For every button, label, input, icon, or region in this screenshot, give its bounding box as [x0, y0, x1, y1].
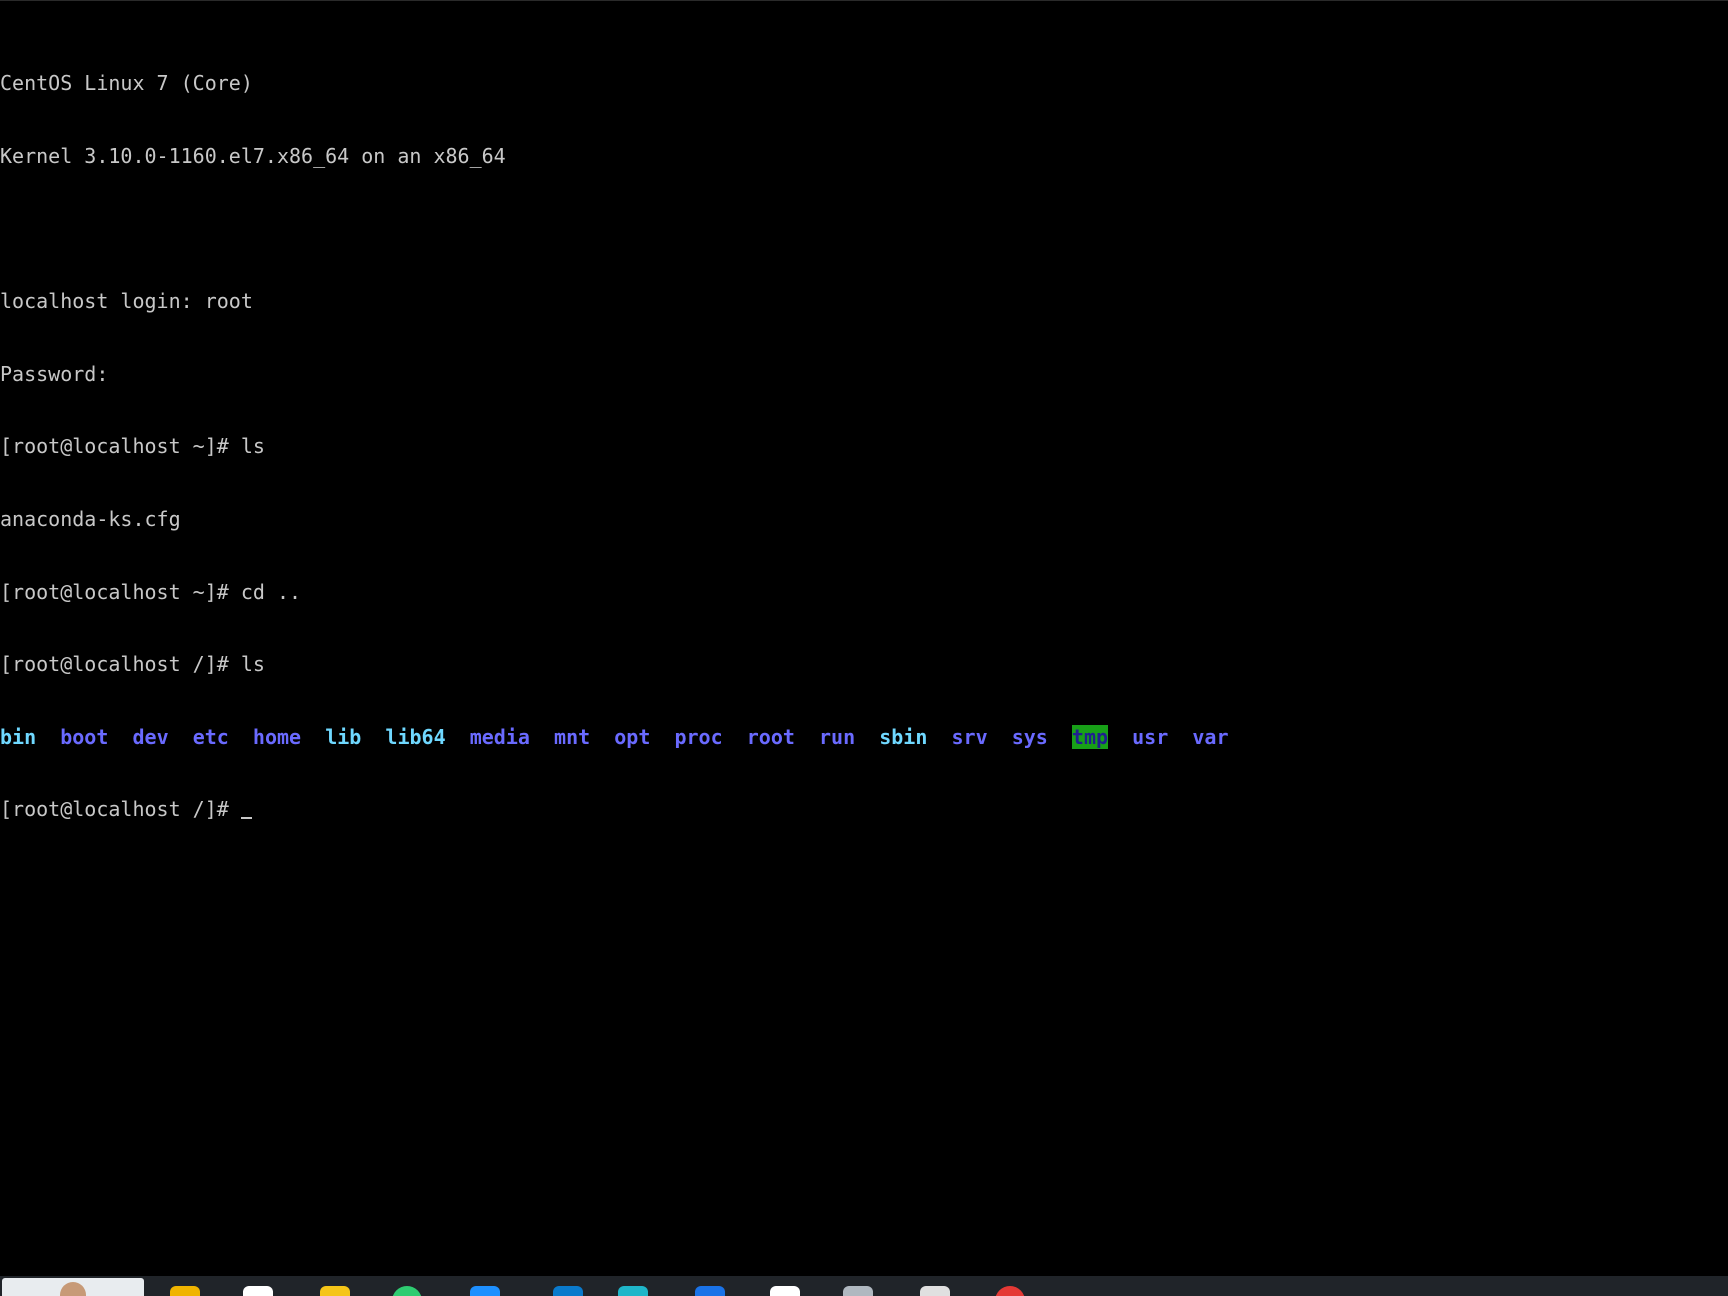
vscode-icon[interactable]: [553, 1286, 583, 1296]
ls-separator: [530, 725, 554, 749]
ls-entry-proc: proc: [674, 724, 723, 749]
kernel-line: Kernel 3.10.0-1160.el7.x86_64 on an x86_…: [0, 144, 506, 168]
app-cat-icon[interactable]: [920, 1286, 950, 1296]
ls-entry-tmp: tmp: [1071, 724, 1109, 749]
ls-entry-var: var: [1192, 724, 1229, 749]
ls-entry-run: run: [819, 724, 856, 749]
ls-entry-mnt: mnt: [554, 724, 591, 749]
ls-separator: [1168, 725, 1192, 749]
app-mail-icon[interactable]: [695, 1286, 725, 1296]
file-explorer-icon[interactable]: [170, 1286, 200, 1296]
login-line: localhost login: root: [0, 289, 253, 314]
ls-output-row: bin boot dev etc home lib lib64 media mn…: [0, 724, 1229, 749]
ls-separator: [108, 725, 132, 749]
ls-separator: [927, 725, 951, 749]
app-blue-icon[interactable]: [470, 1286, 500, 1296]
ls-entry-home: home: [252, 724, 302, 749]
ls-separator: [446, 725, 470, 749]
user-thumbnail-icon[interactable]: [2, 1278, 144, 1296]
taskbar: [0, 1276, 1728, 1296]
active-prompt-line[interactable]: [root@localhost /]#: [0, 797, 1228, 821]
app-green-icon[interactable]: [392, 1286, 422, 1296]
ls-separator: [36, 725, 60, 749]
ls-separator: [1048, 725, 1072, 749]
output-line: anaconda-ks.cfg: [0, 506, 181, 531]
command-line: [root@localhost ~]# ls: [0, 434, 265, 459]
ls-separator: [169, 725, 193, 749]
ls-separator: [590, 725, 614, 749]
app-white-icon[interactable]: [243, 1286, 273, 1296]
os-banner-line: CentOS Linux 7 (Core): [0, 71, 253, 96]
app-box-icon[interactable]: [843, 1286, 873, 1296]
ls-separator: [361, 725, 385, 749]
ls-separator: [301, 725, 325, 749]
ls-entry-srv: srv: [951, 724, 988, 749]
text-cursor: [240, 816, 252, 819]
command-line: [root@localhost ~]# cd ..: [0, 579, 302, 604]
app-red-icon[interactable]: [995, 1286, 1025, 1296]
app-chat-icon[interactable]: [770, 1286, 800, 1296]
ls-entry-lib64: lib64: [385, 724, 446, 749]
ls-entry-lib: lib: [325, 724, 362, 749]
ls-separator: [988, 725, 1012, 749]
ls-separator: [723, 725, 747, 749]
ls-separator: [229, 725, 253, 749]
ls-separator: [650, 725, 674, 749]
terminal-output[interactable]: CentOS Linux 7 (Core) Kernel 3.10.0-1160…: [0, 23, 1228, 870]
ls-separator: [855, 725, 879, 749]
vm-console-screen[interactable]: CentOS Linux 7 (Core) Kernel 3.10.0-1160…: [0, 0, 1728, 1276]
ls-entry-sys: sys: [1011, 724, 1048, 749]
ls-entry-dev: dev: [132, 724, 169, 749]
ls-entry-bin: bin: [0, 724, 37, 749]
password-line: Password:: [0, 361, 109, 386]
ls-separator: [1108, 725, 1132, 749]
prompt-text: [root@localhost /]#: [0, 797, 241, 822]
app-star-icon[interactable]: [320, 1286, 350, 1296]
app-cube-icon[interactable]: [618, 1286, 648, 1296]
ls-separator: [795, 725, 819, 749]
ls-entry-etc: etc: [192, 724, 229, 749]
ls-entry-root: root: [746, 724, 795, 749]
ls-entry-usr: usr: [1132, 724, 1169, 749]
command-line: [root@localhost /]# ls: [0, 652, 265, 677]
ls-entry-opt: opt: [614, 724, 651, 749]
ls-entry-media: media: [469, 724, 530, 749]
ls-entry-boot: boot: [60, 724, 109, 749]
ls-entry-sbin: sbin: [879, 724, 928, 749]
